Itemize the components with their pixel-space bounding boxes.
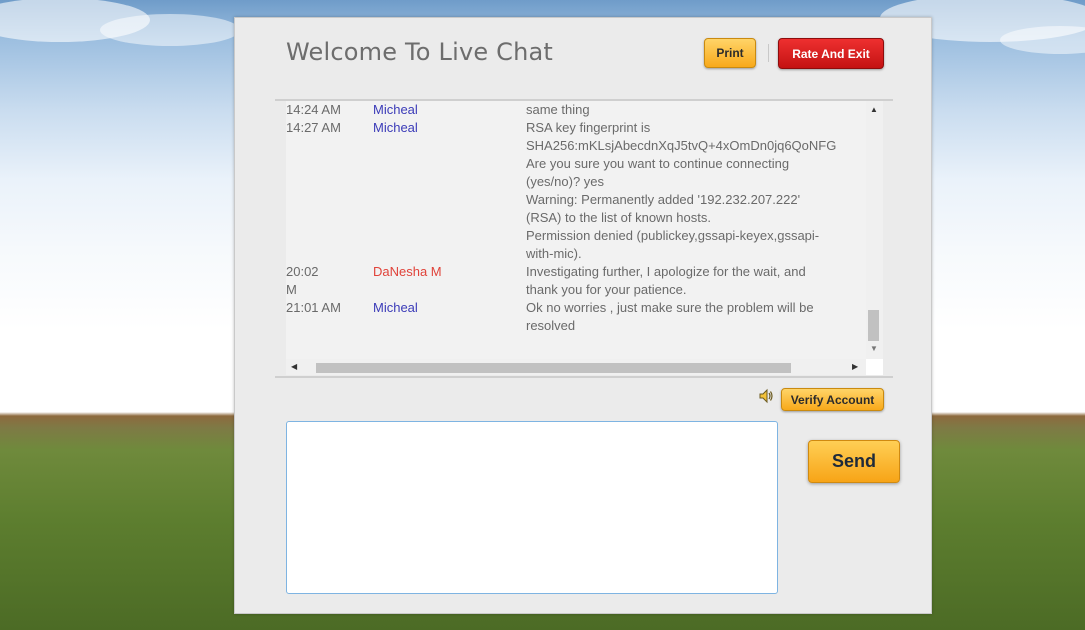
message-text: Ok no worries , just make sure the probl… xyxy=(526,300,814,333)
message-row: 20:02 M DaNesha M Investigating further, I… xyxy=(286,263,864,299)
rate-and-exit-button[interactable]: Rate And Exit xyxy=(778,38,884,69)
transcript-bottom-border xyxy=(275,376,893,378)
message-sender: Micheal xyxy=(373,300,418,315)
horizontal-scroll-thumb[interactable] xyxy=(316,363,791,373)
message-time: 14:27 AM xyxy=(286,120,341,135)
message-row: 14:24 AM Micheal same thing xyxy=(286,101,864,119)
send-button[interactable]: Send xyxy=(808,440,900,483)
vertical-scrollbar[interactable]: ▲ ▼ xyxy=(866,101,883,359)
arrow-down-icon[interactable]: ▼ xyxy=(870,344,878,353)
vertical-scroll-thumb[interactable] xyxy=(868,310,879,341)
verify-account-button[interactable]: Verify Account xyxy=(781,388,884,411)
message-input[interactable] xyxy=(286,421,778,594)
page-title: Welcome To Live Chat xyxy=(286,38,554,66)
message-time: 14:24 AM xyxy=(286,102,341,117)
message-text: Investigating further, I apologize for t… xyxy=(526,264,806,297)
arrow-left-icon[interactable]: ◀ xyxy=(291,362,297,371)
message-sender: Micheal xyxy=(373,120,418,135)
message-row: 14:27 AM Micheal RSA key fingerprint is SH… xyxy=(286,119,864,263)
horizontal-scrollbar[interactable]: ◀ ▶ xyxy=(286,359,866,375)
message-time: 20:02 M xyxy=(286,264,319,297)
header-divider xyxy=(768,44,769,62)
message-text: RSA key fingerprint is SHA256:mKLsjAbecd… xyxy=(526,120,837,261)
message-sender: DaNesha M xyxy=(373,264,442,279)
arrow-right-icon[interactable]: ▶ xyxy=(852,362,858,371)
message-row: 21:01 AM Micheal Ok no worries , just make… xyxy=(286,299,864,335)
chat-messages: same thing 14:24 AM Micheal same thing14:2… xyxy=(286,101,864,335)
print-button[interactable]: Print xyxy=(704,38,756,68)
speaker-icon[interactable] xyxy=(758,388,774,404)
arrow-up-icon[interactable]: ▲ xyxy=(870,105,878,114)
message-sender: Micheal xyxy=(373,102,418,117)
message-time: 21:01 AM xyxy=(286,300,341,315)
chat-transcript[interactable]: same thing 14:24 AM Micheal same thing14:2… xyxy=(286,101,883,375)
scrollbar-corner xyxy=(866,359,883,375)
live-chat-panel: Welcome To Live Chat Print Rate And Exit… xyxy=(234,17,932,614)
message-text: same thing xyxy=(526,102,590,117)
